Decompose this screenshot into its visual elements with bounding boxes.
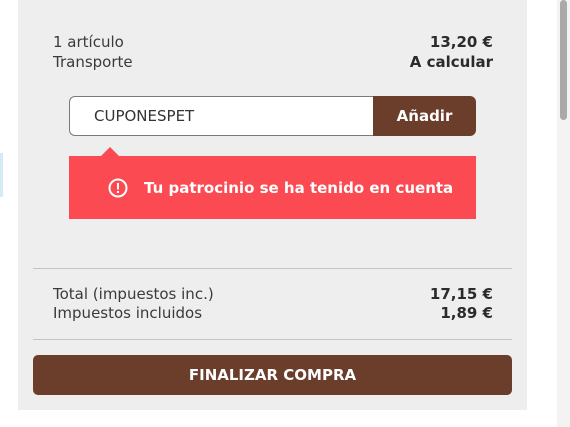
shipping-value: A calcular (409, 53, 493, 71)
items-count-label: 1 artículo (53, 33, 124, 51)
coupon-form: Añadir (69, 96, 476, 136)
checkout-button[interactable]: FINALIZAR COMPRA (33, 355, 512, 395)
apply-coupon-button[interactable]: Añadir (373, 96, 476, 136)
adjacent-panel-edge (0, 153, 3, 197)
scrollbar-thumb[interactable] (560, 0, 567, 120)
cart-summary-panel: 1 artículo 13,20 € Transporte A calcular… (18, 0, 527, 410)
coupon-input[interactable] (69, 96, 373, 136)
taxes-value: 1,89 € (440, 304, 493, 322)
coupon-success-alert: Tu patrocinio se ha tenido en cuenta (69, 147, 476, 219)
total-label: Total (impuestos inc.) (53, 285, 214, 303)
total-value: 17,15 € (429, 285, 493, 303)
totals-divider-bottom (33, 339, 512, 340)
alert-caret (101, 147, 119, 156)
items-row: 1 artículo 13,20 € (53, 33, 493, 52)
page-scrollbar[interactable] (557, 0, 570, 427)
shipping-row: Transporte A calcular (53, 53, 493, 72)
total-row: Total (impuestos inc.) 17,15 € (53, 285, 493, 304)
alert-message: Tu patrocinio se ha tenido en cuenta (144, 178, 454, 197)
totals-divider-top (33, 268, 512, 269)
taxes-label: Impuestos incluidos (53, 304, 203, 322)
taxes-row: Impuestos incluidos 1,89 € (53, 304, 493, 323)
shipping-label: Transporte (53, 53, 133, 71)
exclamation-circle-icon (108, 178, 128, 197)
items-subtotal-value: 13,20 € (429, 33, 493, 51)
